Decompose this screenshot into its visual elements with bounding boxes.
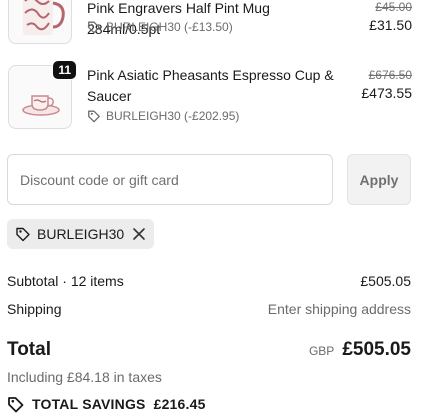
item-discount: BURLEIGH30 (-£202.95) [87,109,239,123]
final-price: £473.55 [361,85,412,101]
savings-value: £216.45 [153,396,206,412]
savings-tag-icon [8,397,24,413]
total-value: £505.05 [342,339,411,360]
tag-icon [16,227,30,242]
applied-code-text: BURLEIGH30 [37,226,125,242]
product-thumbnail-mug [8,0,72,44]
quantity-badge: 11 [52,60,77,80]
final-price: £31.50 [369,17,412,33]
item-title[interactable]: Pink Asiatic Pheasants Espresso Cup & Sa… [87,65,337,107]
item-discount-text: BURLEIGH30 (-£202.95) [106,109,240,123]
shipping-label: Shipping [7,301,62,317]
tag-icon [88,110,100,123]
applied-discount-chip: BURLEIGH30 [7,219,154,249]
currency-code: GBP [308,344,335,358]
total-amount: GBP £505.05 [309,339,411,361]
product-thumbnail-espresso: 11 [8,60,77,129]
shipping-value: Enter shipping address [267,301,411,317]
close-icon[interactable] [132,227,146,241]
tag-icon [88,21,100,34]
discount-code-input[interactable] [7,154,333,205]
price-column: £45.00 £31.50 [369,0,412,33]
taxes-note: Including £84.18 in taxes [7,369,162,385]
item-discount: BURLEIGH30 (-£13.50) [87,20,233,34]
total-label: Total [7,339,51,360]
shipping-row: Shipping Enter shipping address [7,301,411,317]
line-item-espresso: 11 Pink Asiatic Pheasants Espresso Cup &… [8,60,412,135]
subtotal-value: £505.05 [360,273,411,289]
total-savings: TOTAL SAVINGS £216.45 [7,395,206,413]
original-price: £676.50 [368,68,412,82]
original-price: £45.00 [375,0,412,14]
subtotal-label: Subtotal · 12 items [7,273,124,289]
savings-label: TOTAL SAVINGS [32,396,146,412]
subtotal-row: Subtotal · 12 items £505.05 [7,273,411,289]
remove-code-button[interactable] [132,227,146,241]
total-row: Total GBP £505.05 [7,339,411,361]
mug-image [23,0,65,35]
price-column: £676.50 £473.55 [361,68,412,101]
item-discount-text: BURLEIGH30 (-£13.50) [106,20,233,34]
apply-button[interactable]: Apply [347,154,411,205]
line-item-mug: Pink Engravers Half Pint Mug 284ml/0.5pt… [8,0,412,50]
